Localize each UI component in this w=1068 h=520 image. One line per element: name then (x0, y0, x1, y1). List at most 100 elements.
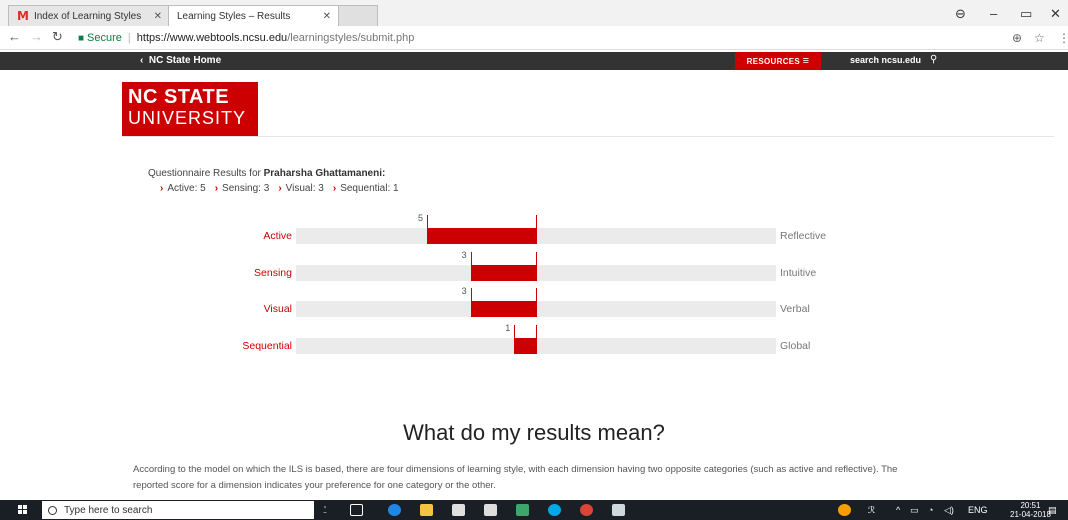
score-tick (427, 215, 428, 244)
center-tick (536, 288, 537, 317)
photos-icon[interactable] (612, 504, 625, 516)
summary-sensing: Sensing: 3 (222, 183, 270, 194)
summary-item: › Sequential: 1 (333, 183, 399, 194)
site-search-input[interactable]: search ncsu.edu (850, 55, 921, 65)
address-bar: ← → ↻ ■ Secure | https://www.webtools.nc… (0, 26, 1068, 50)
people-icon[interactable]: ℛ (868, 505, 875, 516)
secure-label: Secure (87, 32, 122, 44)
chevron-right-icon: › (160, 183, 164, 194)
dimension-row-active: Active 5 Reflective (0, 213, 1068, 246)
close-window-icon[interactable]: ✕ (1050, 6, 1061, 22)
forward-icon[interactable]: → (30, 29, 43, 44)
close-tab-icon[interactable]: ✕ (154, 11, 162, 22)
site-top-bar: ‹ NC State Home RESOURCES ≡ search ncsu.… (0, 52, 1068, 70)
explanation-paragraph: According to the model on which the ILS … (133, 464, 898, 491)
browser-tab-strip: M Index of Learning Styles ✕ Learning St… (0, 0, 1068, 26)
battery-icon[interactable]: ▭ (910, 505, 919, 516)
reload-icon[interactable]: ↻ (52, 29, 63, 45)
back-icon[interactable]: ← (8, 29, 21, 44)
help-icon[interactable] (838, 504, 851, 516)
divider: | (127, 32, 131, 44)
summary-sequential: Sequential: 1 (340, 183, 399, 194)
dimension-right-label: Intuitive (780, 267, 817, 279)
dimension-left-label: Sensing (254, 267, 292, 279)
results-summary: › Active: 5 › Sensing: 3 › Visual: 3 › Seque… (160, 183, 399, 194)
store-icon[interactable] (452, 504, 465, 516)
search-icon[interactable]: ⚲ (930, 54, 937, 65)
summary-item: › Active: 5 (160, 183, 206, 194)
score-tick (514, 325, 516, 354)
results-title: Questionnaire Results for Praharsha Ghat… (148, 168, 385, 179)
new-tab-button[interactable] (338, 5, 378, 26)
summary-visual: Visual: 3 (285, 183, 324, 194)
score-bar (470, 265, 536, 281)
tab-title: Learning Styles – Results (177, 10, 291, 22)
chevron-right-icon: › (214, 183, 219, 194)
dimension-left-label: Visual (263, 303, 292, 315)
summary-active: Active: 5 (167, 183, 206, 194)
dimension-right-label: Verbal (780, 303, 810, 315)
chrome-icon[interactable] (580, 504, 593, 516)
center-tick (536, 325, 537, 354)
restore-icon[interactable]: ▭ (1020, 6, 1032, 22)
zoom-icon[interactable]: ⊕ (1012, 31, 1022, 45)
cortana-icon (48, 505, 57, 515)
summary-item: › Sensing: 3 (215, 183, 270, 194)
center-tick (536, 252, 537, 281)
windows-taskbar: Type here to search ⍘ ℛ ^ ▭ ◔ ◁) ENG 20:… (0, 500, 1068, 520)
taskbar-search-input[interactable]: Type here to search (42, 501, 314, 519)
task-view-icon[interactable] (350, 504, 363, 516)
score-number: 1 (505, 323, 511, 333)
logo-line-2: UNIVERSITY (128, 108, 247, 128)
dimension-left-label: Sequential (242, 340, 292, 352)
notifications-icon[interactable]: ▤ (1048, 505, 1057, 516)
score-tick (470, 288, 472, 317)
account-icon[interactable]: ⊖ (955, 6, 966, 22)
score-number: 3 (461, 250, 467, 260)
dimension-right-label: Global (780, 340, 811, 352)
student-name: Praharsha Ghattamaneni: (263, 168, 386, 179)
tab-title: Index of Learning Styles (33, 10, 142, 22)
score-bar (470, 301, 536, 317)
url-field[interactable]: ■ Secure | https://www.webtools.ncsu.edu… (78, 29, 1046, 47)
lock-icon: ■ (78, 32, 85, 44)
show-hidden-icons-icon[interactable]: ^ (896, 505, 900, 515)
close-tab-icon[interactable]: ✕ (323, 11, 331, 22)
minimize-icon[interactable]: – (990, 6, 997, 21)
tab-learning-styles-results[interactable]: Learning Styles – Results ✕ (168, 5, 340, 26)
microphone-icon[interactable]: ⍘ (322, 505, 328, 516)
nc-state-logo[interactable]: NC STATE UNIVERSITY (122, 82, 258, 136)
tripadvisor-icon[interactable] (516, 504, 529, 516)
dimension-row-sensing: Sensing 3 Intuitive (0, 250, 1068, 283)
score-bar (514, 338, 536, 354)
gmail-icon: M (17, 9, 29, 23)
wifi-icon[interactable]: ◔ (928, 505, 933, 515)
taskbar-clock[interactable]: 20:51 21-04-2018 (1010, 501, 1051, 519)
score-bar (427, 228, 536, 244)
menu-icon[interactable]: ⋮ (1058, 31, 1068, 45)
skype-icon[interactable] (548, 504, 561, 516)
summary-item: › Visual: 3 (278, 183, 324, 194)
amazon-icon[interactable] (484, 504, 497, 516)
windows-start-icon[interactable] (18, 505, 28, 515)
score-number: 5 (418, 213, 424, 223)
score-number: 3 (461, 286, 467, 296)
chevron-right-icon: › (332, 183, 337, 194)
volume-icon[interactable]: ◁) (944, 505, 954, 516)
edge-icon[interactable] (388, 504, 401, 516)
resources-button[interactable]: RESOURCES ≡ (735, 52, 821, 70)
file-explorer-icon[interactable] (420, 504, 433, 516)
hamburger-icon: ≡ (802, 55, 810, 67)
divider (122, 136, 1054, 137)
dimension-right-label: Reflective (780, 230, 827, 242)
home-link-label: NC State Home (148, 55, 222, 66)
nc-state-home-link[interactable]: ‹ NC State Home (140, 55, 221, 66)
section-heading: What do my results mean? (403, 420, 665, 445)
bookmark-star-icon[interactable]: ☆ (1034, 31, 1045, 45)
resources-label: RESOURCES (746, 56, 801, 66)
results-title-prefix: Questionnaire Results for (148, 168, 261, 179)
language-indicator[interactable]: ENG (968, 505, 988, 515)
dimension-row-visual: Visual 3 Verbal (0, 286, 1068, 319)
tab-index-of-learning-styles[interactable]: M Index of Learning Styles ✕ (8, 5, 171, 26)
logo-line-1: NC STATE (128, 86, 230, 108)
